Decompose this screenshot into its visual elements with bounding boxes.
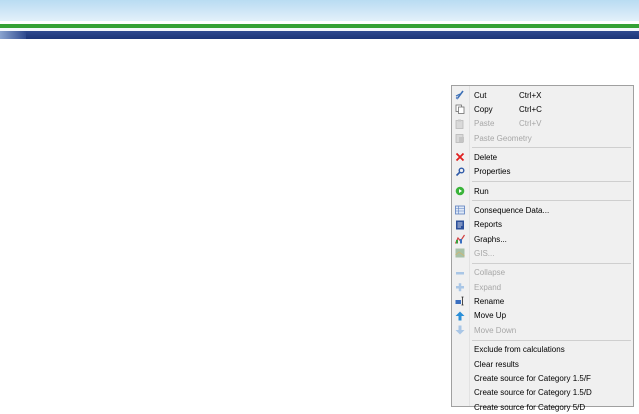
context-menu: Cut Ctrl+X Copy Ctrl+C Paste Ctrl+V Past… xyxy=(451,85,634,412)
menu-item-move-up[interactable]: Move Up xyxy=(452,309,633,323)
menu-item-label: Create source for Category 1.5/F xyxy=(474,373,591,383)
menu-item-create-source-1-5-d[interactable]: Create source for Category 1.5/D xyxy=(452,386,633,400)
menu-item-exclude-from-calculations[interactable]: Exclude from calculations xyxy=(452,343,633,357)
menu-item-label: Cut xyxy=(474,90,487,100)
menu-separator xyxy=(472,200,631,202)
menu-item-copy[interactable]: Copy Ctrl+C xyxy=(452,102,633,116)
menu-item-shortcut: Ctrl+V xyxy=(519,119,542,129)
gis-map-icon xyxy=(455,248,465,258)
menu-item-label: GIS... xyxy=(474,249,495,259)
menu-item-paste-geometry[interactable]: Paste Geometry xyxy=(452,131,633,145)
menu-item-label: Move Down xyxy=(474,325,517,335)
wrench-icon xyxy=(455,167,465,176)
menu-item-cut[interactable]: Cut Ctrl+X xyxy=(452,88,633,102)
menu-item-gis[interactable]: GIS... xyxy=(452,246,633,260)
menu-item-expand[interactable]: Expand xyxy=(452,280,633,294)
menu-item-label: Create source for Category 1.5/D xyxy=(474,388,592,398)
banner-stripe-navy xyxy=(0,31,639,39)
data-table-icon xyxy=(455,206,465,215)
menu-item-label: Move Up xyxy=(474,311,507,321)
menu-item-label: Run xyxy=(474,186,489,196)
menu-item-collapse[interactable]: Collapse xyxy=(452,266,633,280)
menu-item-label: Reports xyxy=(474,220,503,230)
menu-separator xyxy=(472,147,631,149)
menu-item-create-source-1-5-f[interactable]: Create source for Category 1.5/F xyxy=(452,371,633,385)
menu-item-move-down[interactable]: Move Down xyxy=(452,323,633,337)
report-icon xyxy=(456,220,464,230)
menu-item-label: Collapse xyxy=(474,268,506,278)
menu-item-shortcut: Ctrl+X xyxy=(519,90,542,100)
menu-item-label: Graphs... xyxy=(474,234,507,244)
menu-item-label: Expand xyxy=(474,282,502,292)
menu-item-create-source-5-d[interactable]: Create source for Category 5/D xyxy=(452,400,633,414)
header-banner xyxy=(0,0,639,40)
menu-item-label: Copy xyxy=(474,105,493,115)
menu-item-paste[interactable]: Paste Ctrl+V xyxy=(452,117,633,131)
scissors-icon xyxy=(455,90,464,100)
delete-x-icon xyxy=(455,153,465,162)
menu-item-consequence-data[interactable]: Consequence Data... xyxy=(452,203,633,217)
paste-geometry-icon xyxy=(455,134,464,143)
menu-separator xyxy=(472,339,631,341)
menu-item-label: Paste Geometry xyxy=(474,133,532,143)
collapse-icon xyxy=(456,271,464,275)
menu-item-reports[interactable]: Reports xyxy=(452,218,633,232)
run-icon xyxy=(455,186,465,196)
menu-item-label: Rename xyxy=(474,297,505,307)
menu-item-graphs[interactable]: Graphs... xyxy=(452,232,633,246)
menu-item-shortcut: Ctrl+C xyxy=(519,105,542,115)
banner-sky xyxy=(0,0,639,21)
menu-item-label: Delete xyxy=(474,153,498,163)
menu-item-rename[interactable]: Rename xyxy=(452,294,633,308)
menu-item-label: Clear results xyxy=(474,359,519,369)
menu-item-run[interactable]: Run xyxy=(452,184,633,198)
banner-stripe-navy-cap xyxy=(0,31,26,39)
menu-item-label: Paste xyxy=(474,119,495,129)
menu-item-label: Create source for Category 5/D xyxy=(474,402,586,412)
expand-icon xyxy=(456,283,464,292)
rename-icon xyxy=(455,297,464,306)
arrow-up-icon xyxy=(455,311,465,321)
menu-item-label: Consequence Data... xyxy=(474,206,550,216)
menu-item-clear-results[interactable]: Clear results xyxy=(452,357,633,371)
menu-item-label: Exclude from calculations xyxy=(474,345,565,355)
menu-item-properties[interactable]: Properties xyxy=(452,165,633,179)
menu-separator xyxy=(472,262,631,264)
menu-item-delete[interactable]: Delete xyxy=(452,150,633,164)
arrow-down-icon xyxy=(455,325,465,335)
graph-icon xyxy=(455,234,465,244)
menu-separator xyxy=(472,181,631,183)
copy-icon xyxy=(455,104,465,115)
menu-item-label: Properties xyxy=(474,167,511,177)
paste-icon xyxy=(455,119,464,129)
